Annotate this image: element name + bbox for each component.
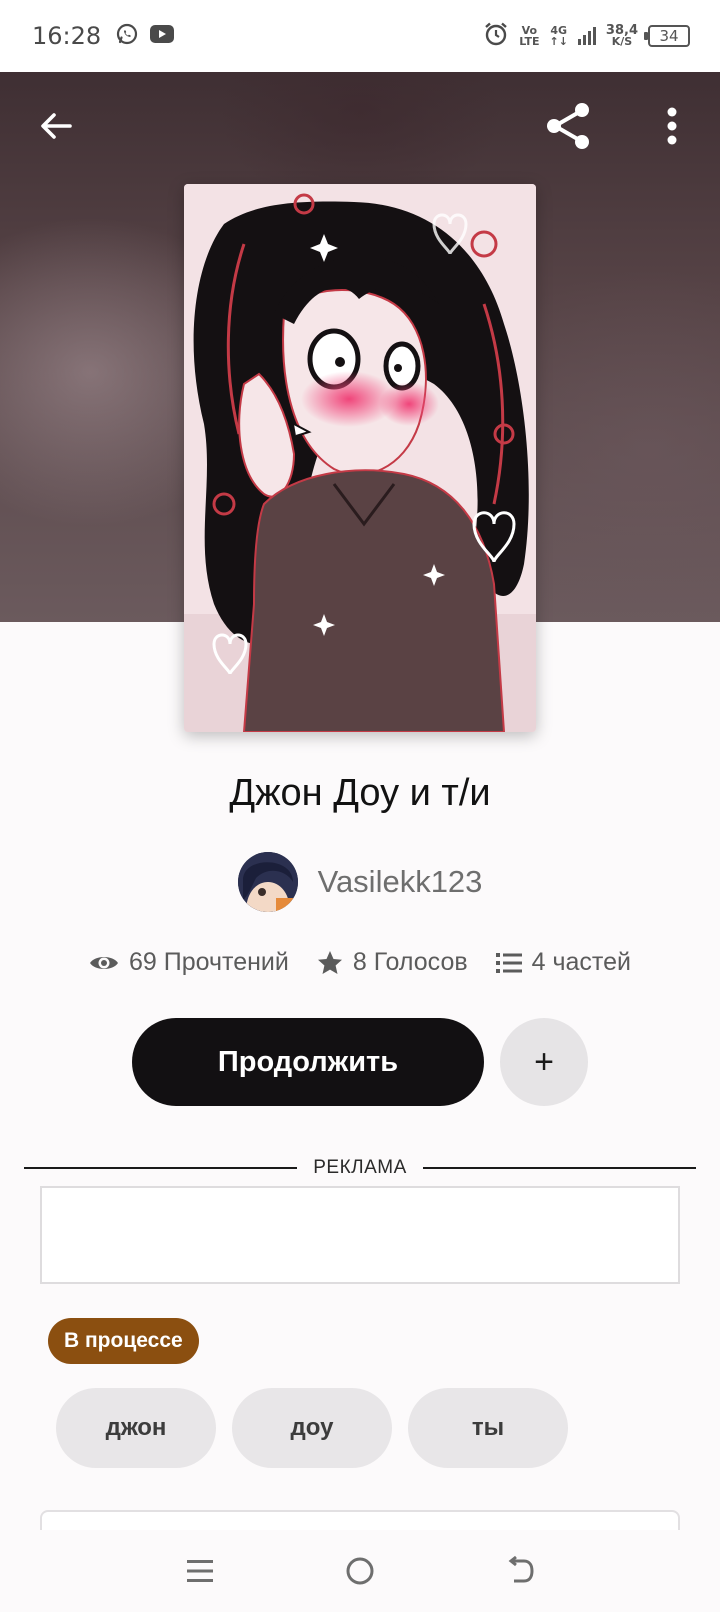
story-title: Джон Доу и т/и — [229, 772, 491, 814]
youtube-icon — [149, 23, 175, 50]
ad-label: РЕКЛАМА — [313, 1157, 407, 1178]
author-link[interactable]: Vasilekk123 — [0, 852, 720, 912]
share-button[interactable] — [536, 94, 600, 158]
battery-icon: 34 — [644, 25, 690, 47]
back-button[interactable] — [24, 94, 88, 158]
list-icon — [495, 952, 522, 973]
volte-bottom: LTE — [519, 35, 540, 48]
network-bottom: ↑↓ — [549, 35, 568, 48]
status-badge: В процессе — [48, 1318, 199, 1364]
network-speed: 38,4 K/S — [606, 24, 638, 48]
tag-list: джон доу ты — [56, 1388, 568, 1468]
tag-chip[interactable]: доу — [232, 1388, 392, 1468]
ad-divider: РЕКЛАМА — [24, 1156, 696, 1180]
author-name[interactable]: Vasilekk123 — [318, 864, 483, 900]
tag-chip[interactable]: джон — [56, 1388, 216, 1468]
network-type: 4G ↑↓ — [549, 25, 567, 47]
divider-line — [24, 1167, 298, 1169]
back-icon — [508, 1555, 534, 1583]
add-to-library-button[interactable]: + — [500, 1018, 588, 1106]
parts-count: 4 частей — [531, 948, 631, 976]
more-button[interactable] — [640, 94, 704, 158]
whatsapp-icon — [115, 22, 139, 51]
alarm-icon — [483, 21, 509, 52]
story-details-screen: 16:28 Vo LTE 4G ↑↓ 38,4 K/S 34 Джон Доу … — [0, 0, 720, 1612]
reads-stat: 69 Прочтений — [89, 948, 289, 977]
votes-count: 8 Голосов — [352, 948, 468, 976]
volte-indicator: Vo LTE — [519, 25, 539, 47]
avatar[interactable] — [237, 852, 298, 912]
signal-icon — [577, 27, 596, 45]
battery-level: 34 — [659, 27, 679, 45]
notification-icons — [115, 22, 175, 51]
votes-stat: 8 Голосов — [317, 948, 468, 977]
more-vertical-icon — [667, 107, 677, 145]
status-bar: 16:28 Vo LTE 4G ↑↓ 38,4 K/S 34 — [0, 0, 720, 72]
continue-reading-button[interactable]: Продолжить — [132, 1018, 484, 1106]
arrow-left-icon — [41, 113, 72, 139]
star-icon — [317, 950, 342, 974]
story-cover-image[interactable] — [184, 184, 536, 732]
story-stats: 69 Прочтений 8 Голосов 4 частей — [0, 948, 720, 977]
speed-unit: K/S — [611, 35, 633, 48]
status-time: 16:28 — [32, 22, 102, 50]
home-button[interactable] — [330, 1541, 390, 1601]
recent-apps-button[interactable] — [170, 1541, 230, 1601]
share-icon — [547, 103, 589, 149]
circle-icon — [346, 1557, 374, 1585]
parts-stat: 4 частей — [495, 948, 631, 977]
ad-slot[interactable] — [40, 1186, 680, 1284]
system-nav-bar — [0, 1530, 720, 1612]
reads-count: 69 Прочтений — [129, 948, 289, 976]
cover-illustration — [184, 184, 536, 732]
tag-chip[interactable]: ты — [408, 1388, 568, 1468]
back-nav-button[interactable] — [490, 1541, 550, 1601]
eye-icon — [90, 956, 119, 969]
divider-line — [422, 1167, 696, 1169]
menu-icon — [187, 1560, 213, 1582]
system-indicators: Vo LTE 4G ↑↓ 38,4 K/S 34 — [483, 0, 690, 72]
